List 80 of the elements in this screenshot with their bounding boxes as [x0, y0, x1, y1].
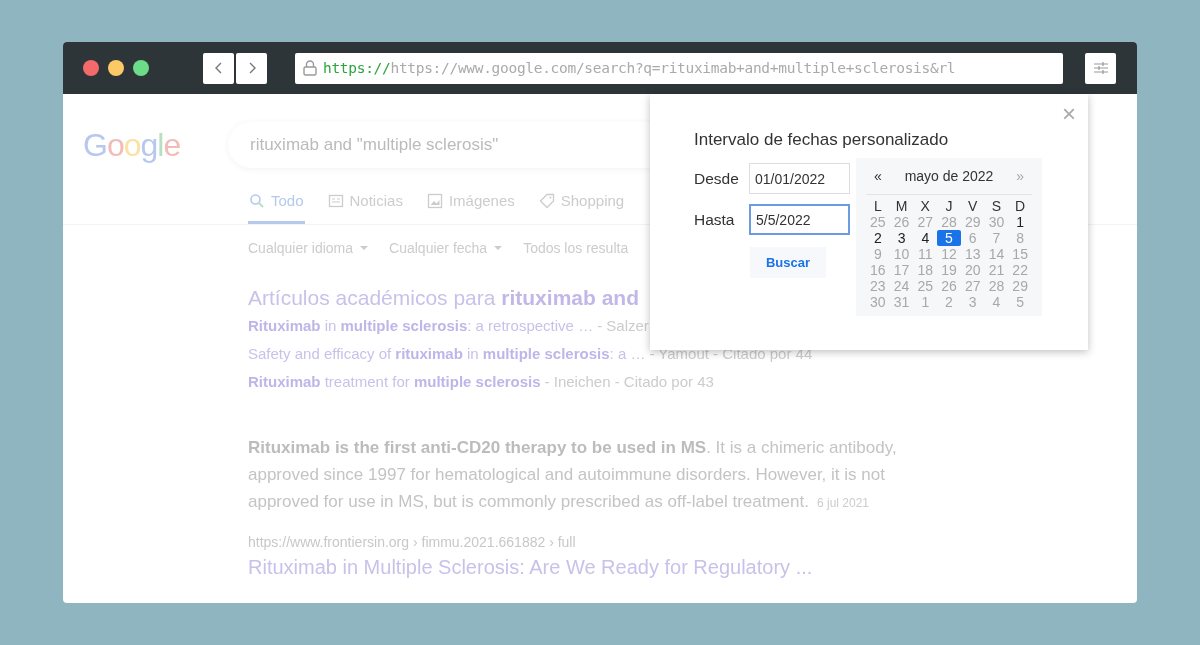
calendar-day[interactable]: 29 [1008, 278, 1032, 294]
calendar-day[interactable]: 1 [913, 294, 938, 310]
calendar-day[interactable]: 25 [866, 214, 890, 230]
weekday-label: S [990, 198, 1003, 214]
caret-down-icon [493, 245, 504, 251]
calendar-day[interactable]: 27 [913, 214, 938, 230]
weekday-label: M [894, 198, 909, 214]
dialog-title: Intervalo de fechas personalizado [694, 130, 950, 150]
calendar-day[interactable]: 20 [960, 262, 985, 278]
close-button[interactable]: × [1062, 102, 1076, 126]
calendar-day[interactable]: 17 [889, 262, 914, 278]
weekday-label: D [1014, 198, 1027, 214]
calendar-day[interactable]: 30 [866, 294, 890, 310]
calendar-day[interactable]: 24 [889, 278, 914, 294]
window-control-dot[interactable] [133, 60, 149, 76]
calendar-day[interactable]: 7 [984, 230, 1009, 246]
weekday-label: V [967, 198, 979, 214]
field-label: Desde [694, 169, 740, 188]
caret-down-icon [359, 245, 370, 251]
calendar-day[interactable]: 5 [1008, 294, 1032, 310]
weekday-label: X [919, 198, 931, 214]
image-icon [426, 192, 443, 209]
sliders-icon [1092, 60, 1109, 76]
search-button[interactable]: Buscar [750, 247, 826, 278]
calendar-day[interactable]: 3 [889, 230, 914, 246]
back-button[interactable] [203, 52, 234, 84]
calendar-day[interactable]: 4 [913, 230, 938, 246]
date-input-field[interactable]: 01/01/2022 [749, 163, 850, 194]
calendar-day[interactable]: 13 [960, 246, 985, 262]
calendar-day[interactable]: 28 [984, 278, 1009, 294]
calendar-day[interactable]: 28 [937, 214, 961, 230]
newspaper-icon [327, 192, 344, 209]
weekday-label: L [872, 198, 883, 214]
previous-month-button[interactable]: « [866, 168, 890, 184]
calendar-day[interactable]: 1 [1008, 214, 1032, 230]
calendar-day[interactable]: 14 [984, 246, 1009, 262]
tab[interactable]: Todo [248, 192, 305, 224]
calendar-day[interactable]: 8 [1008, 230, 1032, 246]
url-text: https://https://www.google.com/search?q=rituximab+and+multiple+sclerosis&rl [323, 60, 956, 76]
calendar-day[interactable]: 4 [984, 294, 1009, 310]
calendar-day[interactable]: 16 [866, 262, 890, 278]
address-bar[interactable]: https://https://www.google.com/search?q=rituximab+and+multiple+sclerosis&rl [295, 52, 1063, 84]
calendar-day[interactable]: 3 [960, 294, 985, 310]
result-title-link[interactable]: Rituximab in Multiple Sclerosis: Are We Ready for Regulatory ... [248, 556, 1137, 579]
article-link[interactable]: Rituximab treatment for multiple sclerosis [248, 373, 541, 390]
article-link[interactable]: Safety and efficacy of rituximab in multiple sclerosis: a … [248, 345, 646, 362]
window-control-dot[interactable] [108, 60, 124, 76]
calendar-day[interactable]: 11 [913, 246, 938, 262]
calendar-day[interactable]: 26 [889, 214, 914, 230]
settings-button[interactable] [1085, 52, 1116, 84]
date-input-field[interactable]: 5/5/2022 [749, 204, 850, 235]
calendar-day[interactable]: 23 [866, 278, 890, 294]
field-label: Hasta [694, 210, 736, 229]
calendar-day[interactable]: 2 [937, 294, 961, 310]
calendar-day[interactable]: 9 [866, 246, 890, 262]
lock-icon [303, 60, 317, 76]
calendar-day[interactable]: 18 [913, 262, 938, 278]
calendar-day[interactable]: 22 [1008, 262, 1032, 278]
calendar-day[interactable]: 26 [937, 278, 961, 294]
calendar-day[interactable]: 25 [913, 278, 938, 294]
calendar-day[interactable]: 10 [889, 246, 914, 262]
forward-button[interactable] [236, 52, 267, 84]
calendar-day[interactable]: 21 [984, 262, 1009, 278]
calendar-day[interactable]: 31 [889, 294, 914, 310]
month-title: mayo de 2022 [904, 168, 994, 184]
tag-icon [538, 192, 555, 209]
calendar-day[interactable]: 12 [937, 246, 961, 262]
article-link[interactable]: Rituximab in multiple sclerosis: a retrospective … [248, 317, 594, 334]
weekday-label: J [944, 198, 954, 214]
calendar-day[interactable]: 19 [937, 262, 961, 278]
calendar-day[interactable]: 15 [1008, 246, 1032, 262]
search-icon [249, 192, 265, 209]
calendar-day[interactable]: 6 [960, 230, 985, 246]
calendar-day[interactable]: 29 [960, 214, 985, 230]
calendar-day[interactable]: 5 [937, 230, 961, 246]
google-logo: Google [83, 126, 182, 164]
window-control-dot[interactable] [83, 60, 99, 76]
calendar-day[interactable]: 30 [984, 214, 1009, 230]
calendar-day[interactable]: 27 [960, 278, 985, 294]
calendar-day[interactable]: 2 [866, 230, 890, 246]
